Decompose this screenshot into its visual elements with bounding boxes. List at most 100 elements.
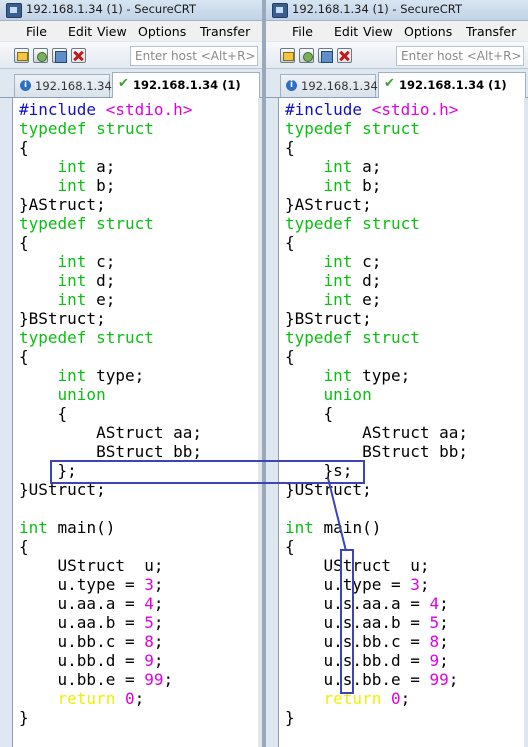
code-token: b; <box>86 176 116 195</box>
code-token: int <box>57 176 87 195</box>
code-line: typedef struct <box>19 328 154 347</box>
session-tab-bar: i 192.168.1.34 ✔ 192.168.1.34 (1) <box>266 69 528 98</box>
menu-bar: File Edit View Options Transfer <box>266 21 528 41</box>
code-token: main() <box>313 518 382 537</box>
menu-transfer[interactable]: Transfer <box>466 24 516 39</box>
menu-options[interactable]: Options <box>404 24 452 39</box>
code-token: c; <box>86 252 116 271</box>
code-line: u.type = 3; <box>19 575 164 594</box>
code-line: { <box>19 347 29 366</box>
code-token: 8 <box>144 632 154 651</box>
tab-session-2[interactable]: ✔ 192.168.1.34 (1) <box>378 72 526 98</box>
code-token: typedef struct <box>19 328 154 347</box>
code-token: UStruct u; <box>285 556 430 575</box>
code-token: u.s.bb.e = <box>285 670 430 689</box>
code-line: } <box>285 708 295 727</box>
code-line: typedef struct <box>285 119 420 138</box>
menu-file[interactable]: File <box>292 24 313 39</box>
menu-edit[interactable]: Edit <box>68 24 92 39</box>
terminal-gutter <box>266 98 277 747</box>
code-token: e; <box>86 290 116 309</box>
securecrt-app-icon[interactable] <box>6 3 22 18</box>
securecrt-app-icon[interactable] <box>272 3 288 18</box>
code-token: ; <box>153 651 164 670</box>
code-line: { <box>19 404 68 423</box>
code-token: union <box>323 385 372 404</box>
code-line: { <box>285 347 295 366</box>
code-line: { <box>19 537 29 556</box>
code-token: #include <box>285 100 372 119</box>
code-token: 4 <box>429 594 440 613</box>
code-line: UStruct u; <box>285 556 430 575</box>
code-line: int main() <box>285 518 381 537</box>
code-token: type; <box>352 366 411 385</box>
code-token: int <box>285 518 314 537</box>
code-line: return 0; <box>19 689 145 708</box>
code-token: d; <box>352 271 382 290</box>
connect-icon[interactable] <box>299 48 314 63</box>
terminal-area[interactable]: #include <stdio.h> typedef struct{ int a;… <box>12 98 258 747</box>
menu-options[interactable]: Options <box>138 24 186 39</box>
tab-session-1[interactable]: i 192.168.1.34 <box>280 74 378 97</box>
code-line: #include <stdio.h> <box>285 100 458 119</box>
code-token: 5 <box>429 613 440 632</box>
folder-icon[interactable] <box>280 48 295 63</box>
code-token: 3 <box>144 575 154 594</box>
code-line: int a; <box>285 157 382 176</box>
code-line: u.s.aa.a = 4; <box>285 594 449 613</box>
code-token: }BStruct; <box>19 309 106 328</box>
menu-file[interactable]: File <box>26 24 47 39</box>
disconnect-icon[interactable] <box>71 48 86 63</box>
code-line: typedef struct <box>19 119 154 138</box>
tab-session-2[interactable]: ✔ 192.168.1.34 (1) <box>112 72 260 98</box>
terminal-area[interactable]: #include <stdio.h> typedef struct { int a;… <box>278 98 524 747</box>
code-token: u.bb.d = <box>19 651 145 670</box>
code-token: u.aa.a = <box>19 594 145 613</box>
code-line: union <box>19 385 106 404</box>
tab-label: 192.168.1.34 <box>35 79 112 93</box>
menu-view[interactable]: View <box>97 24 127 39</box>
check-icon: ✔ <box>384 76 395 91</box>
folder-icon[interactable] <box>14 48 29 63</box>
code-token: <stdio.h> <box>105 100 193 119</box>
code-token: { <box>19 233 29 252</box>
code-line: u.aa.b = 5; <box>19 613 164 632</box>
menu-transfer[interactable]: Transfer <box>200 24 250 39</box>
code-line: return 0; <box>285 689 411 708</box>
code-token: ; <box>439 632 449 651</box>
code-line: u.s.bb.c = 8; <box>285 632 449 651</box>
securecrt-window-right: 192.168.1.34 (1) - SecureCRT File Edit View… <box>266 0 528 747</box>
menu-edit[interactable]: Edit <box>334 24 358 39</box>
code-token: int <box>57 157 87 176</box>
code-token: { <box>19 537 29 556</box>
code-token: int <box>323 157 353 176</box>
host-input[interactable]: Enter host <Alt+R> <box>130 46 258 66</box>
code-line: }s; <box>285 461 353 480</box>
session-tab-bar: i 192.168.1.34 ✔ 192.168.1.34 (1) <box>0 69 262 98</box>
reconnect-icon[interactable] <box>52 48 67 63</box>
disconnect-icon[interactable] <box>337 48 352 63</box>
code-token: 9 <box>429 651 440 670</box>
host-input[interactable]: Enter host <Alt+R> <box>396 46 524 66</box>
tab-session-1[interactable]: i 192.168.1.34 <box>14 74 112 97</box>
code-token: ; <box>448 670 459 689</box>
connect-icon[interactable] <box>33 48 48 63</box>
menu-view[interactable]: View <box>363 24 393 39</box>
code-token: 99 <box>144 670 164 689</box>
code-token: UStruct u; <box>19 556 164 575</box>
code-token: ; <box>153 613 164 632</box>
code-line: } <box>19 708 29 727</box>
code-token: { <box>285 233 295 252</box>
code-token: u.type = <box>285 575 411 594</box>
code-token: main() <box>47 518 116 537</box>
code-line: BStruct bb; <box>285 442 468 461</box>
code-token: ; <box>134 689 145 708</box>
reconnect-icon[interactable] <box>318 48 333 63</box>
